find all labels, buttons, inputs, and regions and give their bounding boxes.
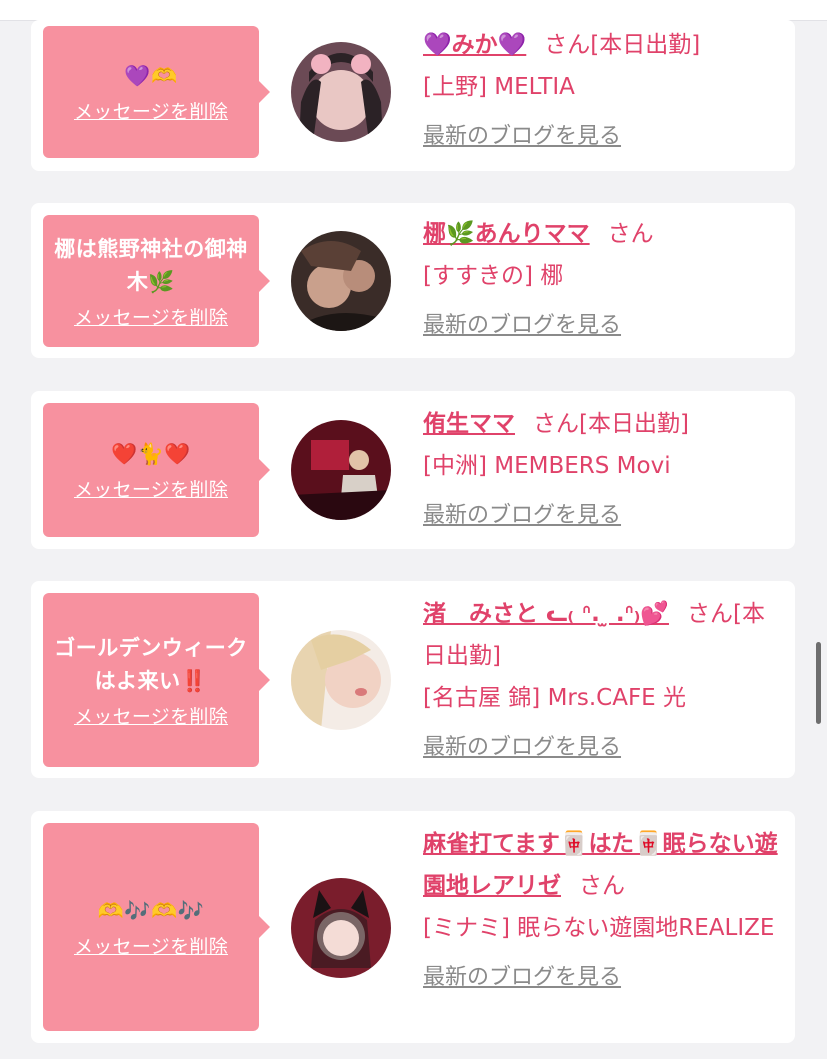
message-bubble: ❤️🐈❤️ メッセージを削除 [43, 403, 270, 537]
top-bar [0, 0, 827, 21]
delete-message-link[interactable]: メッセージを削除 [74, 932, 228, 959]
shop-name: [中洲] MEMBERS Movi [423, 453, 671, 479]
cast-name-link[interactable]: 梛🌿あんりママ [423, 221, 590, 247]
scrollbar[interactable] [816, 642, 821, 724]
delete-message-link[interactable]: メッセージを削除 [74, 702, 228, 729]
message-text: 梛は熊野神社の御神木🌿 [54, 236, 248, 294]
san-label: さん [686, 601, 733, 627]
delete-message-link[interactable]: メッセージを削除 [74, 303, 228, 330]
message-card: 💜🫶 メッセージを削除 💜みか💜 さん[本日出勤] [上野] MELTIA 最新の… [31, 20, 795, 171]
avatar[interactable] [291, 231, 391, 331]
avatar[interactable] [291, 878, 391, 978]
message-bubble: ゴールデンウィークはよ来い‼️ メッセージを削除 [43, 593, 270, 767]
cast-info: 梛🌿あんりママ さん [すすきの] 梛 最新のブログを見る [423, 213, 783, 347]
message-bubble: 梛は熊野神社の御神木🌿 メッセージを削除 [43, 215, 270, 347]
delete-message-link[interactable]: メッセージを削除 [74, 97, 228, 124]
latest-blog-link[interactable]: 最新のブログを見る [423, 305, 783, 347]
avatar[interactable] [291, 420, 391, 520]
cast-info: 渚 みさと ᓚ₍ ᐢ. ̫ .ᐢ₎💕 さん[本日出勤] [名古屋 錦] Mrs.C… [423, 593, 783, 769]
message-card: 🫶🎶🫶🎶 メッセージを削除 麻雀打てます🀄はた🀄眠らない遊園地レアリゼ さん [ミ… [31, 811, 795, 1043]
work-status: [本日出勤] [579, 411, 689, 437]
delete-message-link[interactable]: メッセージを削除 [74, 475, 228, 502]
cast-name-link[interactable]: 渚 みさと ᓚ₍ ᐢ. ̫ .ᐢ₎💕 [423, 601, 669, 627]
message-card: 梛は熊野神社の御神木🌿 メッセージを削除 梛🌿あんりママ さん [すすきの] 梛 … [31, 203, 795, 358]
message-text: 💜🫶 [124, 64, 178, 88]
avatar[interactable] [291, 630, 391, 730]
san-label: さん [533, 411, 579, 437]
message-text: 🫶🎶🫶🎶 [97, 899, 205, 923]
latest-blog-link[interactable]: 最新のブログを見る [423, 957, 783, 999]
message-text: ❤️🐈❤️ [111, 442, 191, 466]
message-text: ゴールデンウィークはよ来い‼️ [54, 635, 248, 693]
avatar[interactable] [291, 42, 391, 142]
cast-name-link[interactable]: 侑生ママ [423, 411, 515, 437]
cast-name-link[interactable]: 💜みか💜 [423, 32, 526, 58]
san-label: さん [544, 32, 591, 58]
san-label: さん [579, 873, 625, 899]
cast-info: 💜みか💜 さん[本日出勤] [上野] MELTIA 最新のブログを見る [423, 24, 783, 158]
latest-blog-link[interactable]: 最新のブログを見る [423, 116, 783, 158]
message-bubble: 🫶🎶🫶🎶 メッセージを削除 [43, 823, 270, 1031]
shop-name: [名古屋 錦] Mrs.CAFE 光 [423, 685, 687, 711]
message-card: ❤️🐈❤️ メッセージを削除 侑生ママ さん[本日出勤] [中洲] MEMBERS… [31, 391, 795, 549]
message-card: ゴールデンウィークはよ来い‼️ メッセージを削除 渚 みさと ᓚ₍ ᐢ. ̫ .… [31, 581, 795, 778]
cast-info: 麻雀打てます🀄はた🀄眠らない遊園地レアリゼ さん [ミナミ] 眠らない遊園地REA… [423, 823, 783, 999]
latest-blog-link[interactable]: 最新のブログを見る [423, 727, 783, 769]
shop-name: [ミナミ] 眠らない遊園地REALIZE [423, 915, 775, 941]
san-label: さん [607, 221, 654, 247]
work-status: [本日出勤] [590, 32, 701, 58]
shop-name: [すすきの] 梛 [423, 263, 564, 289]
cast-info: 侑生ママ さん[本日出勤] [中洲] MEMBERS Movi 最新のブログを見る [423, 403, 783, 537]
shop-name: [上野] MELTIA [423, 74, 575, 100]
latest-blog-link[interactable]: 最新のブログを見る [423, 495, 783, 537]
message-bubble: 💜🫶 メッセージを削除 [43, 26, 270, 158]
